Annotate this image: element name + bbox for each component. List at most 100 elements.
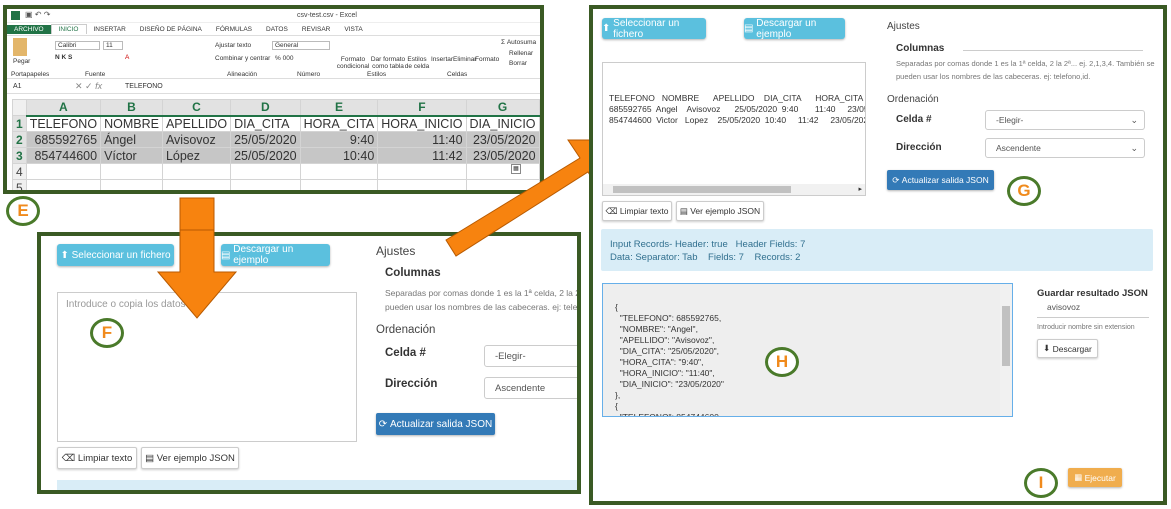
font-color-icon[interactable]: A bbox=[125, 54, 129, 61]
clear-text-button[interactable]: ⌫ Limpiar texto bbox=[57, 447, 137, 469]
cell[interactable]: 685592765 bbox=[25, 131, 102, 148]
cell[interactable]: TELEFONO bbox=[25, 115, 102, 132]
percent-icon[interactable]: % 000 bbox=[275, 55, 293, 62]
cell[interactable] bbox=[230, 163, 301, 180]
cell-styles-button[interactable]: Estilos de celda bbox=[404, 56, 430, 70]
save-icon[interactable]: ▣ ↶ ↷ bbox=[25, 10, 50, 19]
direction-select[interactable]: Ascendente ⌄ bbox=[985, 138, 1145, 158]
column-header[interactable]: E bbox=[299, 99, 379, 117]
wrap-text-button[interactable]: Ajustar texto bbox=[215, 42, 251, 49]
cell[interactable]: Ángel bbox=[100, 131, 163, 148]
select-all[interactable] bbox=[12, 99, 27, 116]
update-json-button[interactable]: ⟳ Actualizar salida JSON bbox=[887, 170, 994, 190]
column-header[interactable]: H bbox=[538, 99, 540, 116]
cell[interactable]: 11:42 bbox=[377, 147, 467, 164]
row-header[interactable]: 5 bbox=[12, 179, 27, 190]
cell[interactable] bbox=[538, 147, 540, 164]
column-header[interactable]: B bbox=[100, 99, 163, 117]
direction-select[interactable]: Ascendente bbox=[484, 377, 577, 399]
paste-button[interactable]: Pegar bbox=[13, 58, 30, 65]
data-input-textarea[interactable]: TELEFONO NOMBRE APELLIDO DIA_CITA HORA_C… bbox=[602, 62, 866, 196]
number-format-select[interactable]: General bbox=[272, 41, 330, 50]
bold-italic-underline[interactable]: N K S bbox=[55, 54, 72, 61]
scrollbar-thumb[interactable] bbox=[613, 186, 791, 193]
delete-button[interactable]: Eliminar bbox=[453, 56, 476, 63]
view-json-example-button[interactable]: ▤ Ver ejemplo JSON bbox=[141, 447, 239, 469]
run-button[interactable]: ▦ Ejecutar bbox=[1068, 468, 1122, 487]
cell[interactable]: NOMBRE bbox=[100, 115, 163, 132]
ribbon-tab[interactable]: INICIO bbox=[50, 24, 87, 34]
cell[interactable] bbox=[161, 163, 232, 180]
row-header[interactable]: 2 bbox=[12, 131, 27, 148]
cell[interactable] bbox=[161, 179, 232, 190]
insert-button[interactable]: Insertar bbox=[431, 56, 453, 63]
vertical-scrollbar[interactable] bbox=[1000, 284, 1012, 416]
fx-icon[interactable]: ✕ ✓ fx bbox=[75, 81, 102, 92]
ribbon-tab[interactable]: FÓRMULAS bbox=[209, 25, 259, 34]
cell[interactable]: 25/05/2020 bbox=[230, 131, 301, 148]
cell[interactable] bbox=[25, 163, 102, 180]
cell[interactable] bbox=[538, 179, 540, 190]
table-format-button[interactable]: Dar formato como tabla bbox=[370, 56, 406, 70]
cell[interactable]: Víctor bbox=[100, 147, 163, 164]
cell[interactable] bbox=[299, 163, 379, 180]
cell[interactable]: APELLIDO bbox=[161, 115, 232, 132]
merge-center-button[interactable]: Combinar y centrar bbox=[215, 55, 270, 62]
row-header[interactable]: 3 bbox=[12, 147, 27, 164]
cell[interactable] bbox=[538, 163, 540, 180]
column-header[interactable]: D bbox=[230, 99, 301, 117]
cell[interactable]: HORA_INICIO bbox=[377, 115, 467, 132]
download-example-button[interactable]: ▤ Descargar un ejemplo bbox=[221, 244, 330, 266]
cell[interactable] bbox=[377, 179, 467, 190]
clear-button[interactable]: Borrar bbox=[509, 60, 527, 67]
cell[interactable] bbox=[465, 163, 540, 180]
cell[interactable]: HORA_CITA bbox=[299, 115, 379, 132]
select-file-button[interactable]: ⬆ Seleccionar un fichero bbox=[602, 18, 706, 40]
cell[interactable] bbox=[377, 163, 467, 180]
json-output-textarea[interactable]: { "TELEFONO": 685592765, "NOMBRE": "Ange… bbox=[602, 283, 1013, 417]
cell[interactable]: Avisovoz bbox=[161, 131, 232, 148]
column-header[interactable]: C bbox=[161, 99, 232, 117]
cell-select[interactable]: -Elegir- ⌄ bbox=[985, 110, 1145, 130]
view-json-example-button[interactable]: ▤ Ver ejemplo JSON bbox=[676, 201, 764, 221]
cell[interactable]: 25/05/2020 bbox=[230, 147, 301, 164]
ribbon-tab[interactable]: INSERTAR bbox=[87, 25, 133, 34]
font-size-select[interactable]: 11 bbox=[103, 41, 123, 50]
cell[interactable] bbox=[299, 179, 379, 190]
cell[interactable]: 10:40 bbox=[299, 147, 379, 164]
paste-icon[interactable] bbox=[13, 38, 27, 56]
clear-text-button[interactable]: ⌫ Limpiar texto bbox=[602, 201, 672, 221]
cell[interactable]: 11:40 bbox=[377, 131, 467, 148]
cell[interactable] bbox=[25, 179, 102, 190]
cell[interactable]: López bbox=[161, 147, 232, 164]
horizontal-scrollbar[interactable]: ▸ bbox=[603, 184, 865, 195]
ribbon-tab[interactable]: DATOS bbox=[259, 25, 295, 34]
filename-input[interactable]: avisovoz bbox=[1037, 302, 1149, 318]
spreadsheet-grid[interactable]: ABCDEFGH1TELEFONONOMBREAPELLIDODIA_CITAH… bbox=[12, 99, 540, 190]
cell-select[interactable]: -Elegir- bbox=[484, 345, 577, 367]
cell[interactable] bbox=[538, 131, 540, 148]
cell[interactable]: DIA_CITA bbox=[230, 115, 301, 132]
column-header[interactable]: F bbox=[377, 99, 467, 117]
cell[interactable] bbox=[465, 179, 540, 190]
cell[interactable]: 854744600 bbox=[25, 147, 102, 164]
fill-button[interactable]: Rellenar bbox=[509, 50, 533, 57]
select-file-button[interactable]: ⬆ Seleccionar un fichero bbox=[57, 244, 174, 266]
conditional-format-button[interactable]: Formato condicional bbox=[335, 56, 371, 70]
name-box[interactable]: A1 bbox=[13, 83, 63, 90]
column-header[interactable]: G bbox=[465, 99, 540, 117]
cell[interactable]: 23/05/2020 bbox=[465, 131, 540, 148]
scrollbar-thumb[interactable] bbox=[1002, 306, 1010, 366]
cell[interactable] bbox=[230, 179, 301, 190]
row-header[interactable]: 4 bbox=[12, 163, 27, 180]
update-json-button[interactable]: ⟳ Actualizar salida JSON bbox=[376, 413, 495, 435]
cell[interactable]: 9:40 bbox=[299, 131, 379, 148]
data-input-textarea[interactable]: Introduce o copia los datos aquí bbox=[57, 292, 357, 442]
scroll-right-icon[interactable]: ▸ bbox=[858, 184, 862, 195]
row-header[interactable]: 1 bbox=[12, 115, 27, 132]
cell[interactable]: DIA_INICIO bbox=[465, 115, 540, 132]
ribbon-tab[interactable]: VISTA bbox=[337, 25, 369, 34]
cell[interactable] bbox=[538, 115, 540, 132]
font-select[interactable]: Calibri bbox=[55, 41, 100, 50]
ribbon-tab[interactable]: REVISAR bbox=[295, 25, 338, 34]
